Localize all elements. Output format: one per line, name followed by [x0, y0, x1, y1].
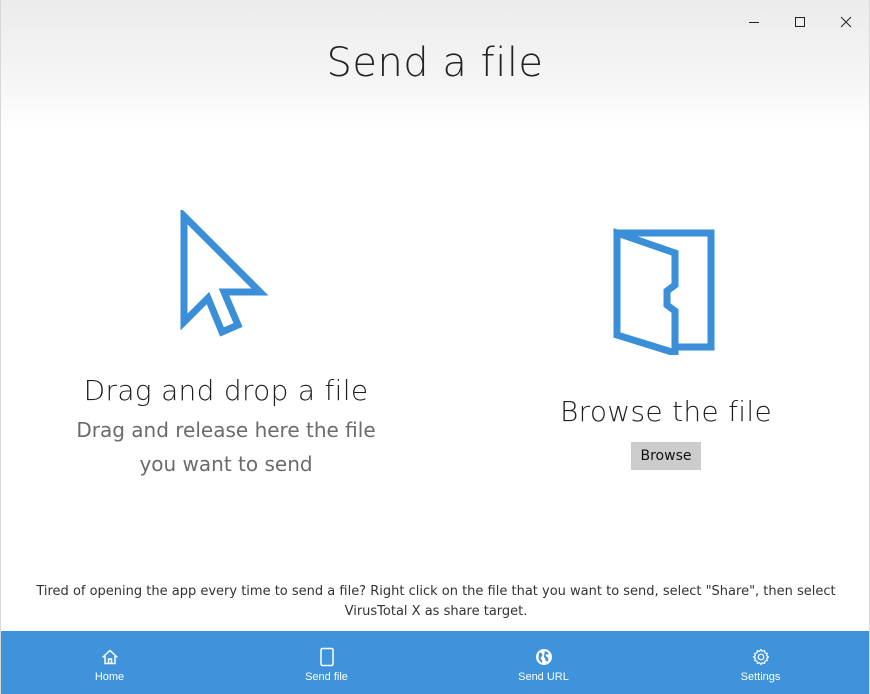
globe-icon	[535, 649, 552, 665]
browse-heading: Browse the file	[560, 395, 772, 428]
window-controls	[731, 0, 869, 44]
minimize-icon	[749, 22, 759, 23]
close-button[interactable]	[823, 0, 869, 44]
page-title: Send a file	[326, 40, 544, 86]
maximize-icon	[795, 17, 805, 27]
drag-drop-subtext: Drag and release here the file you want …	[76, 418, 376, 476]
nav-send-file-label: Send file	[305, 671, 348, 683]
browse-panel: Browse the file Browse	[481, 225, 851, 470]
nav-settings-label: Settings	[740, 671, 781, 683]
gear-icon	[752, 648, 769, 666]
nav-home-label: Home	[94, 671, 125, 683]
browse-button[interactable]: Browse	[630, 442, 702, 470]
close-icon	[840, 16, 852, 28]
app-window: Send a file Drag and drop a file Drag an…	[0, 0, 870, 694]
open-folder-icon	[613, 228, 715, 355]
drag-drop-heading: Drag and drop a file	[83, 374, 369, 407]
maximize-button[interactable]	[777, 0, 823, 44]
nav-send-url-label: Send URL	[518, 671, 569, 683]
share-tip: Tired of opening the app every time to s…	[36, 584, 836, 619]
nav-home[interactable]: Home	[1, 631, 218, 694]
nav-send-file[interactable]: Send file	[218, 631, 435, 694]
home-icon	[101, 649, 118, 665]
nav-settings[interactable]: Settings	[652, 631, 869, 694]
cursor-arrow-icon	[180, 210, 269, 337]
file-icon	[319, 647, 334, 667]
nav-send-url[interactable]: Send URL	[435, 631, 652, 694]
drag-drop-zone[interactable]: Drag and drop a file Drag and release he…	[41, 210, 411, 481]
bottom-nav-bar: Home Send file Send URL Settings	[1, 631, 869, 694]
minimize-button[interactable]	[731, 0, 777, 44]
